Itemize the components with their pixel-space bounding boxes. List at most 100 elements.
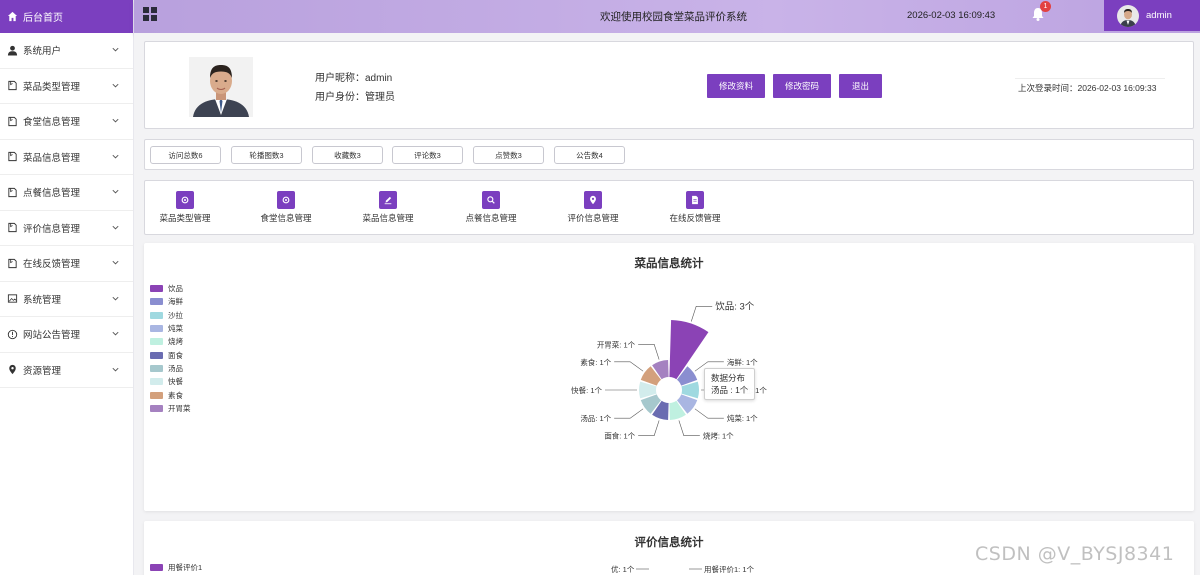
sidebar-item[interactable]: 评价信息管理 — [0, 211, 133, 246]
quick-links: 菜品类型管理 食堂信息管理 菜品信息管理 点餐信息管理 评价信息管理 在线反馈管理 — [144, 180, 1194, 235]
stat-label: 轮播图数3 — [249, 150, 284, 160]
quick-link[interactable]: 食堂信息管理 — [256, 191, 316, 224]
chevron-down-icon[interactable] — [111, 258, 120, 267]
top-bar: 欢迎使用校园食堂菜品评价系统 2026-02-03 16:09:43 1 adm… — [134, 0, 1200, 33]
rose-chart: 饮品: 3个海鲜: 1个沙拉: 1个炖菜: 1个烧烤: 1个面食: 1个汤品: … — [571, 300, 767, 441]
sidebar-home[interactable]: 后台首页 — [0, 0, 133, 33]
chevron-down-icon[interactable] — [111, 116, 120, 125]
label-line — [638, 344, 660, 360]
quick-link[interactable]: 菜品信息管理 — [358, 191, 418, 224]
quick-link-label: 菜品类型管理 — [159, 213, 211, 223]
sidebar-item[interactable]: 点餐信息管理 — [0, 175, 133, 211]
user-menu[interactable]: admin — [1104, 0, 1200, 31]
label-line — [614, 408, 644, 419]
stat-chip[interactable]: 公告数4 — [554, 146, 625, 164]
label-line — [694, 408, 724, 419]
sidebar-item[interactable]: 菜品类型管理 — [0, 69, 133, 104]
profile-role: 用户身份：管理员 — [315, 92, 395, 103]
chevron-down-icon[interactable] — [111, 294, 120, 303]
sidebar-item-label: 系统用户 — [23, 46, 62, 58]
document-icon — [7, 187, 18, 198]
quick-link[interactable]: 菜品类型管理 — [155, 191, 215, 224]
location-icon — [584, 191, 602, 209]
sidebar-item-label: 系统管理 — [23, 294, 62, 306]
stat-chip[interactable]: 收藏数3 — [312, 146, 383, 164]
stat-label: 评论数3 — [414, 150, 441, 160]
watermark: CSDN @V_BYSJ8341 — [975, 543, 1175, 565]
quick-link[interactable]: 点餐信息管理 — [461, 191, 521, 224]
profile-card: 用户昵称：admin 用户身份：管理员 修改资料 修改密码 退出 上次登录时间：… — [144, 41, 1194, 129]
sidebar-item-label: 资源管理 — [23, 365, 62, 377]
stat-label: 点赞数3 — [495, 150, 522, 160]
gear-icon — [176, 191, 194, 209]
user-icon — [7, 45, 18, 56]
chevron-down-icon[interactable] — [111, 45, 120, 54]
stat-label: 收藏数3 — [334, 150, 361, 160]
stat-chip[interactable]: 轮播图数3 — [231, 146, 302, 164]
chevron-down-icon[interactable] — [111, 187, 120, 196]
data-label: 炖菜: 1个 — [727, 413, 758, 423]
chevron-down-icon[interactable] — [111, 81, 120, 90]
quick-link-label: 食堂信息管理 — [260, 213, 312, 223]
stat-chip[interactable]: 点赞数3 — [473, 146, 544, 164]
data-label: 面食: 1个 — [604, 431, 635, 441]
change-password-button[interactable]: 修改密码 — [773, 74, 831, 98]
quick-link-label: 菜品信息管理 — [362, 213, 414, 223]
quick-link[interactable]: 评价信息管理 — [563, 191, 623, 224]
stats-bar: 访问总数6 轮播图数3 收藏数3 评论数3 点赞数3 公告数4 — [144, 139, 1194, 170]
label-line — [690, 306, 713, 322]
label-line — [678, 420, 700, 436]
stat-label: 公告数4 — [576, 150, 603, 160]
sidebar-item[interactable]: 在线反馈管理 — [0, 246, 133, 282]
image-icon — [7, 293, 18, 304]
app-title: 欢迎使用校园食堂菜品评价系统 — [600, 11, 747, 23]
document-icon — [7, 116, 18, 127]
data-label: 汤品: 1个 — [580, 414, 611, 423]
sidebar-item[interactable]: 资源管理 — [0, 353, 133, 388]
info-circle-icon — [7, 329, 18, 340]
sidebar-item-label: 在线反馈管理 — [23, 259, 81, 271]
data-label: 开胃菜: 1个 — [597, 339, 636, 349]
sidebar-item-label: 点餐信息管理 — [23, 188, 81, 200]
data-label: 饮品: 3个 — [715, 300, 755, 312]
sidebar-home-label: 后台首页 — [23, 13, 63, 24]
tooltip-title: 数据分布 — [711, 373, 746, 383]
quick-link-label: 在线反馈管理 — [669, 213, 721, 223]
divider — [1015, 78, 1165, 79]
sidebar-item[interactable]: 系统管理 — [0, 282, 133, 317]
avatar — [1117, 4, 1139, 27]
edit-profile-button[interactable]: 修改资料 — [707, 74, 765, 98]
tooltip-text: 汤品 : 1个 — [711, 385, 749, 395]
profile-nickname: 用户昵称：admin — [315, 73, 393, 84]
stat-chip[interactable]: 访问总数6 — [150, 146, 221, 164]
document-icon — [7, 222, 18, 233]
chevron-down-icon[interactable] — [111, 329, 120, 338]
home-icon — [7, 11, 18, 22]
logout-button[interactable]: 退出 — [839, 74, 882, 98]
dish-statistics-chart: 菜品信息统计 饮品 海鲜 沙拉 炖菜 烧烤 面食 汤品 快餐 素食 开胃菜 饮品: 3个 海鲜: 1… — [144, 243, 1194, 511]
chevron-down-icon[interactable] — [111, 152, 120, 161]
grid-menu-icon[interactable] — [143, 7, 157, 21]
quick-link[interactable]: 在线反馈管理 — [665, 191, 725, 224]
search-icon — [482, 191, 500, 209]
sidebar-item[interactable]: 菜品信息管理 — [0, 140, 133, 175]
stat-chip[interactable]: 评论数3 — [392, 146, 463, 164]
sidebar-item-label: 评价信息管理 — [23, 223, 81, 235]
edit-icon — [379, 191, 397, 209]
sidebar-item[interactable]: 网站公告管理 — [0, 317, 133, 353]
chevron-down-icon[interactable] — [111, 365, 120, 374]
username: admin — [1146, 10, 1172, 21]
data-label: 海鲜: 1个 — [727, 357, 758, 367]
sidebar-item[interactable]: 食堂信息管理 — [0, 104, 133, 140]
chevron-down-icon[interactable] — [111, 223, 120, 232]
main-content: 用户昵称：admin 用户身份：管理员 修改资料 修改密码 退出 上次登录时间：… — [134, 33, 1200, 575]
sidebar-item[interactable]: 系统用户 — [0, 33, 133, 69]
sidebar: 后台首页 系统用户菜品类型管理 食堂信息管理 菜品信息管理点餐信息管理 评价信息管理在… — [0, 0, 134, 575]
document-icon — [7, 80, 18, 91]
document-icon — [7, 258, 18, 269]
stat-label: 访问总数6 — [168, 150, 203, 160]
document-icon — [7, 151, 18, 162]
data-label: 素食: 1个 — [580, 357, 611, 367]
header-datetime: 2026-02-03 16:09:43 — [907, 10, 996, 21]
label-line — [614, 361, 644, 372]
